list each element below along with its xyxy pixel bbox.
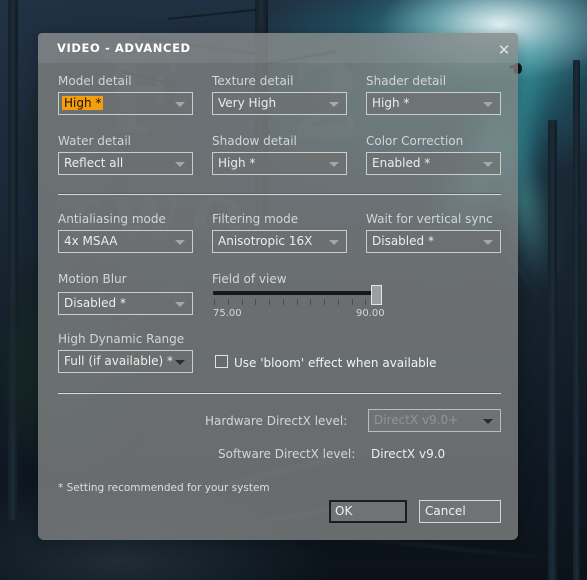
chevron-down-icon [329, 240, 339, 245]
texture-detail-label: Texture detail [212, 74, 294, 88]
cancel-button-label: Cancel [425, 504, 466, 518]
ok-button[interactable]: OK [329, 500, 407, 523]
chevron-down-icon [483, 419, 493, 424]
field-of-view-label: Field of view [212, 272, 287, 286]
water-detail-select[interactable]: Reflect all [58, 152, 193, 175]
dialog-title: VIDEO - ADVANCED [57, 41, 191, 55]
filtering-mode-value: Anisotropic 16X [218, 234, 313, 248]
bloom-effect-label[interactable]: Use 'bloom' effect when available [234, 356, 437, 370]
motion-blur-select[interactable]: Disabled * [58, 292, 193, 315]
antialiasing-mode-select[interactable]: 4x MSAA [58, 230, 193, 253]
motion-blur-value: Disabled * [64, 296, 126, 310]
model-detail-label: Model detail [58, 74, 132, 88]
software-directx-label: Software DirectX level: [218, 447, 356, 461]
hardware-directx-value: DirectX v9.0+ [374, 413, 459, 427]
chevron-down-icon [175, 162, 185, 167]
color-correction-value: Enabled * [372, 156, 431, 170]
field-of-view-min-label: 75.00 [213, 308, 242, 319]
chevron-down-icon [175, 302, 185, 307]
shadow-detail-label: Shadow detail [212, 134, 297, 148]
texture-detail-select[interactable]: Very High [212, 92, 347, 115]
chevron-down-icon [175, 102, 185, 107]
background-tree-trunk [8, 0, 18, 520]
filtering-mode-select[interactable]: Anisotropic 16X [212, 230, 347, 253]
antialiasing-mode-label: Antialiasing mode [58, 212, 166, 226]
slider-tick [337, 299, 339, 305]
chevron-down-icon [175, 360, 185, 365]
hardware-directx-label: Hardware DirectX level: [205, 414, 348, 428]
slider-tick [241, 299, 243, 305]
chevron-down-icon [329, 102, 339, 107]
slider-tick [227, 299, 229, 305]
ok-button-label: OK [335, 504, 353, 518]
slider-tick [296, 299, 298, 305]
slider-tick [324, 299, 325, 305]
cancel-button[interactable]: Cancel [419, 500, 501, 523]
water-detail-label: Water detail [58, 134, 132, 148]
chevron-down-icon [483, 162, 493, 167]
close-icon[interactable]: ✕ [496, 42, 512, 58]
wait-for-vsync-label: Wait for vertical sync [366, 212, 493, 226]
field-of-view-max-label: 90.00 [356, 308, 385, 319]
model-detail-select[interactable]: High * [58, 92, 193, 115]
texture-detail-value: Very High [218, 96, 277, 110]
filtering-mode-label: Filtering mode [212, 212, 299, 226]
water-detail-value: Reflect all [64, 156, 124, 170]
slider-tick [214, 299, 215, 305]
shader-detail-select[interactable]: High * [366, 92, 501, 115]
chevron-down-icon [175, 240, 185, 245]
shadow-detail-select[interactable]: High * [212, 152, 347, 175]
high-dynamic-range-value: Full (if available) * [64, 354, 174, 368]
model-detail-value: High * [62, 96, 104, 110]
field-of-view-slider-handle[interactable] [371, 285, 382, 305]
slider-tick [255, 299, 257, 305]
shader-detail-value: High * [372, 96, 410, 110]
field-of-view-slider-ticks [214, 299, 380, 305]
chevron-down-icon [329, 162, 339, 167]
antialiasing-mode-value: 4x MSAA [64, 234, 118, 248]
section-divider [58, 392, 501, 394]
slider-tick [365, 299, 367, 305]
shader-detail-label: Shader detail [366, 74, 447, 88]
wait-for-vsync-select[interactable]: Disabled * [366, 230, 501, 253]
high-dynamic-range-label: High Dynamic Range [58, 332, 185, 346]
hardware-directx-select[interactable]: DirectX v9.0+ [368, 409, 501, 432]
section-divider [58, 193, 501, 195]
slider-tick [282, 299, 284, 305]
wait-for-vsync-value: Disabled * [372, 234, 434, 248]
shadow-detail-value: High * [218, 156, 256, 170]
background-tree-trunk [548, 120, 557, 580]
chevron-down-icon [483, 240, 493, 245]
motion-blur-label: Motion Blur [58, 272, 127, 286]
slider-tick [351, 299, 353, 305]
software-directx-value: DirectX v9.0 [371, 447, 446, 461]
recommended-setting-note: * Setting recommended for your system [58, 482, 270, 494]
color-correction-select[interactable]: Enabled * [366, 152, 501, 175]
field-of-view-slider-track[interactable] [213, 291, 381, 295]
slider-tick [269, 299, 270, 305]
bloom-effect-checkbox[interactable] [215, 355, 228, 368]
chevron-down-icon [483, 102, 493, 107]
color-correction-label: Color Correction [366, 134, 464, 148]
background-tree-trunk [573, 60, 580, 580]
high-dynamic-range-select[interactable]: Full (if available) * [58, 350, 193, 373]
slider-tick [310, 299, 312, 305]
